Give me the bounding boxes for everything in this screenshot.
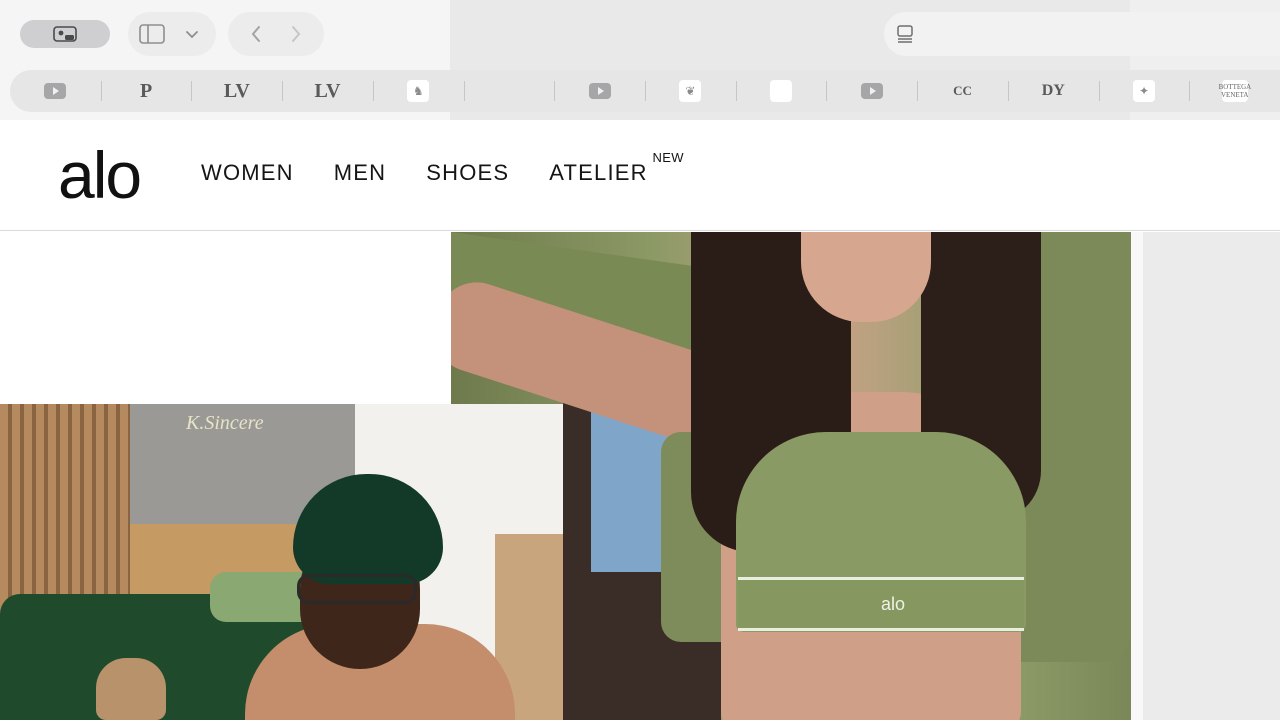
address-bar[interactable]: [884, 12, 1280, 56]
dy-monogram-icon: DY: [1041, 82, 1065, 99]
map-outline-icon: [770, 80, 793, 102]
youtube-icon: [860, 83, 883, 99]
history-nav-group: [228, 12, 324, 56]
chevron-right-icon: [292, 26, 301, 42]
bookmark-youtube-2[interactable]: [554, 70, 645, 112]
lv-monogram-icon: LV: [314, 79, 341, 102]
profile-card-icon: [53, 26, 77, 42]
webcam-dog: [96, 658, 166, 720]
webcam-wood-slats: [0, 404, 130, 624]
bookmark-p[interactable]: P: [100, 70, 192, 112]
bookmark-map[interactable]: [735, 70, 827, 112]
profile-button[interactable]: [20, 20, 110, 48]
emblem-icon: ❦: [679, 80, 702, 102]
screen: P LV LV ♞ ❦ CC DY ✦ BOTTEGA VENETA alo W…: [0, 0, 1280, 720]
bookmark-dy[interactable]: DY: [1007, 70, 1099, 112]
youtube-icon: [44, 83, 67, 99]
favorites-bar: P LV LV ♞ ❦ CC DY ✦ BOTTEGA VENETA: [10, 70, 1280, 112]
bookmark-lv-1[interactable]: LV: [191, 70, 282, 112]
hero-band-logo: alo: [881, 594, 906, 614]
nav-atelier-label: ATELIER: [549, 160, 648, 185]
blank-favicon-icon: [497, 80, 520, 102]
site-header: alo WOMEN MEN SHOES ATELIER NEW: [0, 120, 1280, 231]
nav-men[interactable]: MEN: [334, 160, 387, 186]
webcam-person-glasses: [297, 574, 417, 604]
chevron-down-icon: [186, 31, 198, 39]
bookmark-winged[interactable]: ✦: [1098, 70, 1190, 112]
lv-monogram-icon: LV: [223, 79, 250, 102]
alo-logo[interactable]: alo: [58, 130, 142, 220]
forward-button[interactable]: [276, 14, 316, 54]
bookmark-bottega[interactable]: BOTTEGA VENETA: [1189, 70, 1280, 112]
bookmark-youtube-1[interactable]: [10, 70, 101, 112]
new-badge: NEW: [652, 150, 684, 165]
page-menu-icon: [897, 25, 913, 43]
sidebar-icon: [139, 24, 165, 44]
nav-women[interactable]: WOMEN: [201, 160, 294, 186]
chevron-left-icon: [251, 26, 260, 42]
nav-shoes[interactable]: SHOES: [426, 160, 509, 186]
webcam-neon-sign: K.Sincere: [186, 412, 264, 434]
bottega-veneta-icon: BOTTEGA VENETA: [1219, 80, 1251, 102]
crest-icon: ♞: [407, 80, 430, 102]
bookmark-emblem[interactable]: ❦: [645, 70, 736, 112]
winged-logo-icon: ✦: [1132, 80, 1155, 102]
bookmark-blank[interactable]: [463, 70, 555, 112]
youtube-icon: [588, 83, 611, 99]
webcam-person-bonnet: [293, 474, 443, 584]
bookmark-youtube-3[interactable]: [826, 70, 917, 112]
chanel-icon: CC: [953, 83, 972, 98]
webcam-person: [245, 474, 515, 720]
back-button[interactable]: [236, 14, 276, 54]
sidebar-toggle-button[interactable]: [132, 14, 172, 54]
bookmark-lv-2[interactable]: LV: [282, 70, 373, 112]
nav-atelier[interactable]: ATELIER NEW: [549, 150, 683, 186]
sidebar-toggle-group: [128, 12, 216, 56]
p-logo-icon: P: [139, 79, 153, 102]
right-gutter-edge: [1131, 232, 1143, 720]
bookmark-chanel[interactable]: CC: [917, 70, 1008, 112]
sidebar-menu-button[interactable]: [172, 14, 212, 54]
main-nav: WOMEN MEN SHOES ATELIER NEW: [201, 150, 688, 186]
bookmark-crest[interactable]: ♞: [372, 70, 464, 112]
browser-toolbar: P LV LV ♞ ❦ CC DY ✦ BOTTEGA VENETA: [0, 0, 1280, 120]
webcam-overlay: K.Sincere: [0, 404, 563, 720]
right-gutter: [1131, 232, 1280, 720]
